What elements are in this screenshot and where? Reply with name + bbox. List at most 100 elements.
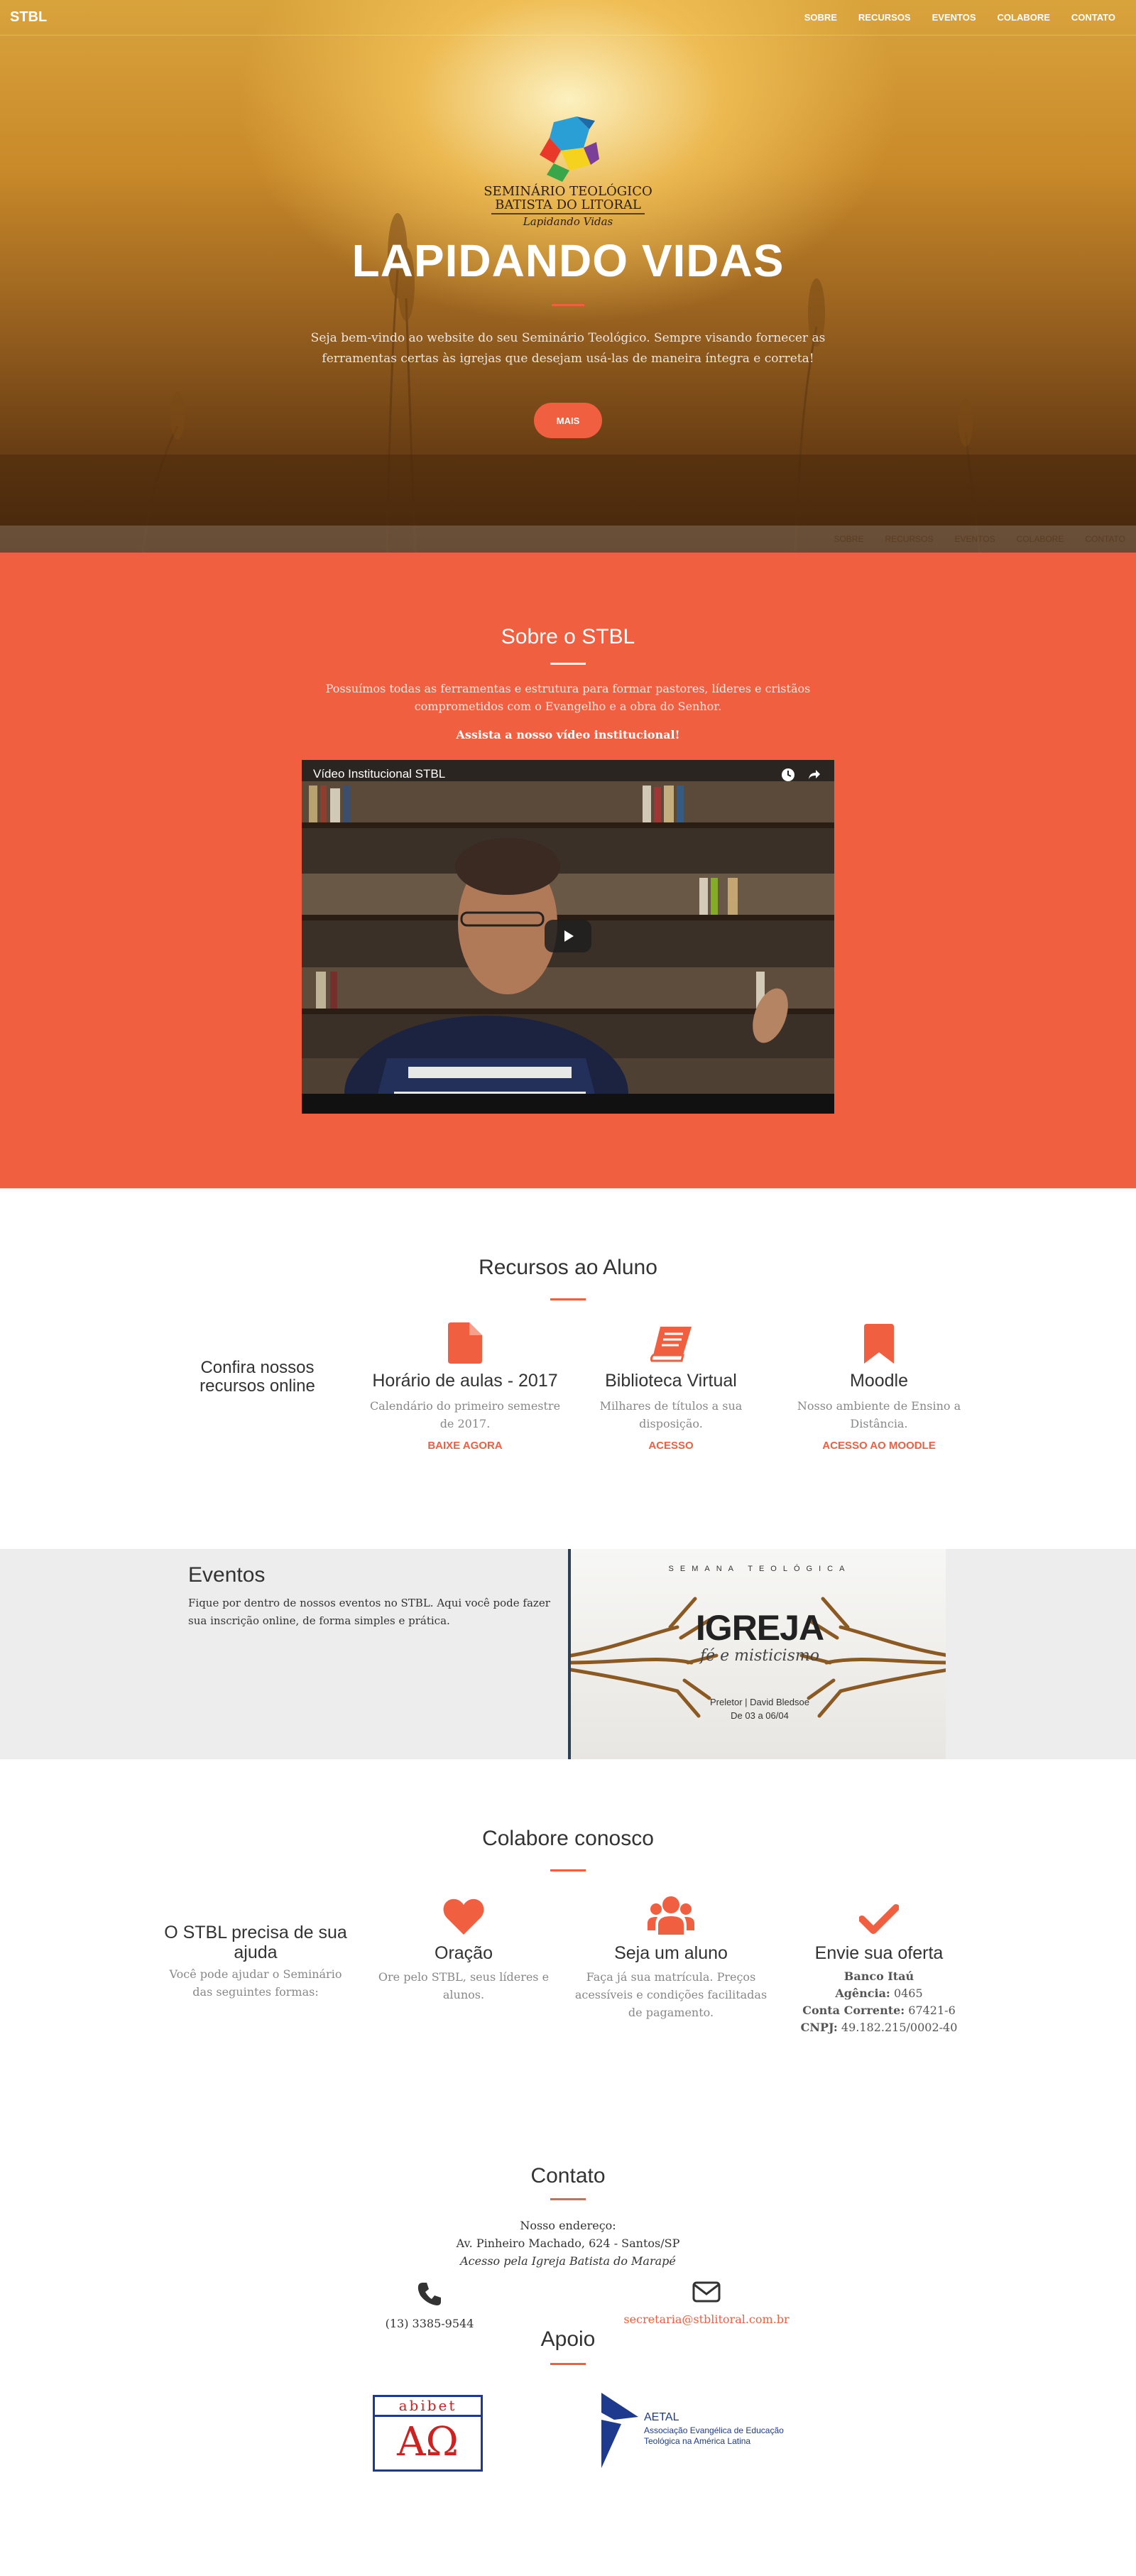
ghost-nav-eventos[interactable]: EVENTOS — [944, 534, 1006, 544]
aetal-emblem — [601, 2393, 638, 2468]
recursos-divider — [550, 1298, 586, 1300]
users-icon — [648, 1896, 694, 1935]
acesso-moodle-link[interactable]: ACESSO AO MOODLE — [776, 1440, 982, 1452]
poster-kicker: SEMANA TEOLÓGICA — [668, 1565, 851, 1573]
colabore-card-oracao: Oração Ore pelo STBL, seus líderes e alu… — [361, 1891, 567, 2004]
contato-title: Contato — [530, 2164, 606, 2188]
resource-title-horario: Horário de aulas - 2017 — [372, 1371, 558, 1391]
file-icon — [448, 1322, 482, 1364]
resource-card-moodle: Moodle Nosso ambiente de Ensino a Distân… — [776, 1320, 982, 1452]
colabore-text-aluno: Faça já sua matrícula. Preços acessíveis… — [574, 1970, 768, 2019]
colabore-intro-text: Você pode ajudar o Seminário das seguint… — [169, 1967, 342, 1999]
resource-card-biblioteca: Biblioteca Virtual Milhares de títulos a… — [568, 1320, 774, 1452]
aetal-description: Associação Evangélica de Educação Teológ… — [644, 2425, 784, 2446]
book-icon — [650, 1327, 692, 1362]
logo-line2: BATISTA DO LITORAL — [495, 197, 641, 212]
logo-emblem — [540, 116, 599, 182]
ghost-nav-contato[interactable]: CONTATO — [1074, 534, 1136, 544]
ghost-nav-sobre[interactable]: SOBRE — [823, 534, 874, 544]
baixe-agora-link[interactable]: BAIXE AGORA — [362, 1440, 568, 1452]
mais-button[interactable]: MAIS — [534, 403, 602, 438]
hero-divider — [552, 304, 584, 306]
colabore-section: Colabore conosco O STBL precisa de sua a… — [0, 1759, 1136, 2164]
nav-link-recursos[interactable]: RECURSOS — [848, 12, 922, 23]
email-link[interactable]: secretaria@stblitoral.com.br — [600, 2313, 813, 2326]
acesso-biblioteca-link[interactable]: ACESSO — [568, 1440, 774, 1452]
sobre-title: Sobre o STBL — [501, 625, 635, 648]
sobre-lead: Possuímos todas as ferramentas e estrutu… — [325, 682, 811, 713]
eventos-section: Eventos Fique por dentro de nossos event… — [0, 1549, 1136, 1759]
resource-text-moodle: Nosso ambiente de Ensino a Distância. — [797, 1399, 961, 1430]
address-block: Nosso endereço: Av. Pinheiro Machado, 62… — [0, 2217, 1136, 2270]
phone-icon — [417, 2283, 441, 2305]
colabore-title-oferta: Envie sua oferta — [814, 1943, 944, 1963]
address-note: Acesso pela Igreja Batista do Marapé — [460, 2254, 676, 2268]
watch-later-icon[interactable] — [780, 767, 796, 783]
sticky-nav-ghost: SOBRE RECURSOS EVENTOS COLABORE CONTATO — [0, 526, 1136, 553]
play-icon — [564, 930, 574, 942]
eventos-text: Fique por dentro de nossos eventos no ST… — [188, 1597, 550, 1627]
colabore-card-oferta: Envie sua oferta Banco Itaú Agência: 046… — [776, 1891, 982, 2036]
hero-section: STBL SOBRE RECURSOS EVENTOS COLABORE CON… — [0, 0, 1136, 558]
email-block: secretaria@stblitoral.com.br — [600, 2281, 813, 2326]
agencia-value: 0465 — [893, 1987, 923, 2000]
recursos-title: Recursos ao Aluno — [479, 1256, 657, 1279]
eventos-title: Eventos — [188, 1563, 266, 1587]
nav-link-eventos[interactable]: EVENTOS — [922, 12, 987, 23]
conta-value: 67421-6 — [908, 2004, 956, 2017]
contato-section: Contato Nosso endereço: Av. Pinheiro Mac… — [0, 2164, 1136, 2484]
colabore-title-oracao: Oração — [435, 1943, 493, 1963]
ghost-nav-recursos[interactable]: RECURSOS — [874, 534, 944, 544]
colabore-intro-title: O STBL precisa de sua ajuda — [164, 1923, 347, 1962]
envelope-icon — [692, 2281, 721, 2303]
poster-dates: De 03 a 06/04 — [731, 1710, 789, 1721]
check-icon — [859, 1904, 899, 1934]
heart-icon — [443, 1898, 484, 1935]
hero-subtitle: Seja bem-vindo ao website do seu Seminár… — [310, 331, 826, 366]
brand-logo-link[interactable]: STBL — [10, 9, 47, 26]
bank-details: Banco Itaú Agência: 0465 Conta Corrente:… — [776, 1968, 982, 2036]
bookmark-icon — [864, 1324, 894, 1364]
resource-title-moodle: Moodle — [850, 1371, 908, 1391]
hero-bottom-band — [0, 553, 1136, 558]
colabore-divider — [550, 1869, 586, 1871]
aetal-logo[interactable]: AETAL Associação Evangélica de Educação … — [600, 2391, 813, 2471]
colabore-title: Colabore conosco — [482, 1827, 654, 1850]
resource-text-horario: Calendário do primeiro semestre de 2017. — [369, 1399, 561, 1430]
sobre-watch-text: Assista a nosso vídeo institucional! — [456, 728, 680, 741]
resource-text-biblioteca: Milhares de títulos a sua disposição. — [599, 1399, 743, 1430]
sobre-divider — [550, 663, 586, 665]
resource-card-horario: Horário de aulas - 2017 Calendário do pr… — [362, 1320, 568, 1452]
nav-link-colabore[interactable]: COLABORE — [987, 12, 1061, 23]
ghost-nav-colabore[interactable]: COLABORE — [1006, 534, 1075, 544]
logo-tagline: Lapidando Vidas — [523, 215, 613, 228]
colabore-title-aluno: Seja um aluno — [614, 1943, 728, 1963]
apoio-divider — [550, 2363, 586, 2365]
address-text: Av. Pinheiro Machado, 624 - Santos/SP — [456, 2237, 680, 2250]
sobre-section: Sobre o STBL Possuímos todas as ferramen… — [0, 558, 1136, 1188]
poster-info: Preletor | David Bledsoe De 03 a 06/04 — [571, 1695, 946, 1722]
nav-link-contato[interactable]: CONTATO — [1061, 12, 1126, 23]
poster-subtitle: fé e misticismo — [700, 1647, 819, 1665]
colabore-card-aluno: Seja um aluno Faça já sua matrícula. Pre… — [568, 1891, 774, 2021]
video-title[interactable]: Vídeo Institucional STBL — [313, 767, 445, 781]
nav-link-sobre[interactable]: SOBRE — [794, 12, 848, 23]
cnpj-label: CNPJ: — [800, 2021, 838, 2034]
poster-preletor: Preletor | David Bledsoe — [710, 1697, 809, 1707]
share-icon[interactable] — [806, 767, 821, 783]
play-button[interactable] — [545, 920, 591, 952]
logo-line1: SEMINÁRIO TEOLÓGICO — [484, 183, 652, 199]
video-player[interactable]: Vídeo Institucional STBL — [302, 760, 834, 1114]
aetal-name: AETAL — [644, 2411, 679, 2423]
event-poster[interactable]: SEMANA TEOLÓGICA IGREJA fé e misticismo … — [568, 1549, 946, 1759]
abibet-logo[interactable]: abibet ΑΩ — [373, 2395, 483, 2472]
recursos-section: Recursos ao Aluno Confira nossos recurso… — [0, 1188, 1136, 1549]
stbl-logo: SEMINÁRIO TEOLÓGICO BATISTA DO LITORAL L… — [484, 116, 652, 228]
recursos-intro: Confira nossos recursos online — [200, 1358, 315, 1396]
address-label: Nosso endereço: — [520, 2219, 616, 2232]
conta-label: Conta Corrente: — [802, 2004, 905, 2017]
abibet-wordmark: abibet — [375, 2397, 481, 2417]
phone-block: (13) 3385-9544 — [359, 2281, 501, 2330]
apoio-title: Apoio — [540, 2327, 596, 2351]
bank-name: Banco Itaú — [843, 1969, 914, 1983]
